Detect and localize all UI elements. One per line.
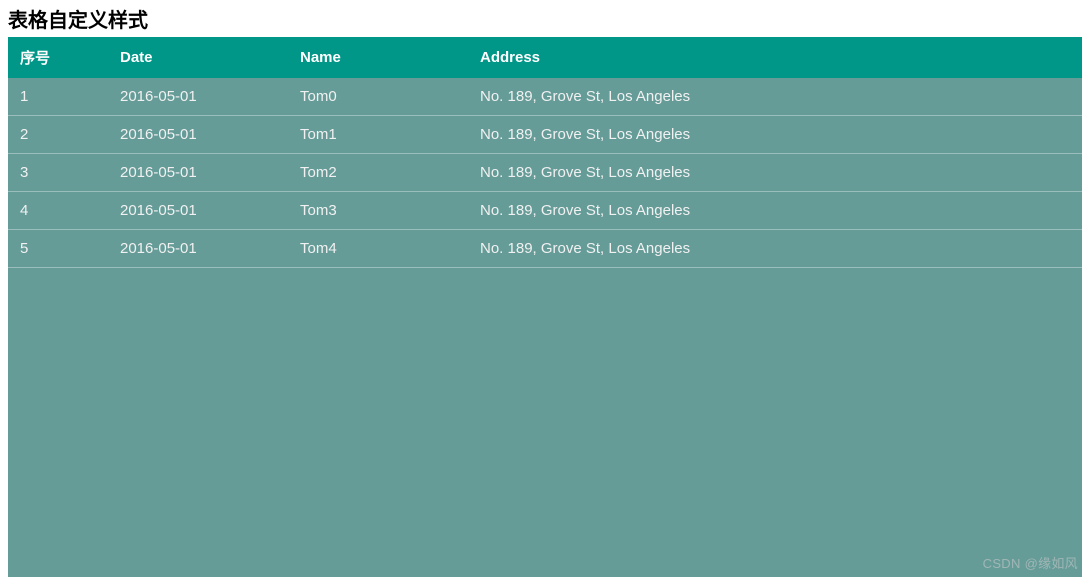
watermark: CSDN @缘如风 [983,553,1078,572]
cell-index: 3 [8,154,108,192]
cell-address: No. 189, Grove St, Los Angeles [468,116,1082,154]
cell-name: Tom1 [288,116,468,154]
cell-address: No. 189, Grove St, Los Angeles [468,230,1082,268]
cell-date: 2016-05-01 [108,230,288,268]
header-name[interactable]: Name [288,37,468,78]
cell-date: 2016-05-01 [108,192,288,230]
table-row[interactable]: 5 2016-05-01 Tom4 No. 189, Grove St, Los… [8,230,1082,268]
header-index[interactable]: 序号 [8,37,108,78]
header-date[interactable]: Date [108,37,288,78]
table-container: 序号 Date Name Address 1 2016-05-01 Tom0 N… [8,37,1082,577]
cell-name: Tom0 [288,78,468,116]
table-row[interactable]: 1 2016-05-01 Tom0 No. 189, Grove St, Los… [8,78,1082,116]
page-title: 表格自定义样式 [0,0,1090,37]
cell-address: No. 189, Grove St, Los Angeles [468,154,1082,192]
table-row[interactable]: 3 2016-05-01 Tom2 No. 189, Grove St, Los… [8,154,1082,192]
cell-index: 5 [8,230,108,268]
cell-address: No. 189, Grove St, Los Angeles [468,192,1082,230]
cell-index: 4 [8,192,108,230]
cell-name: Tom2 [288,154,468,192]
cell-date: 2016-05-01 [108,154,288,192]
table-row[interactable]: 2 2016-05-01 Tom1 No. 189, Grove St, Los… [8,116,1082,154]
cell-index: 1 [8,78,108,116]
cell-name: Tom3 [288,192,468,230]
table-header-row: 序号 Date Name Address [8,37,1082,78]
data-table: 序号 Date Name Address 1 2016-05-01 Tom0 N… [8,37,1082,268]
cell-date: 2016-05-01 [108,116,288,154]
table-row[interactable]: 4 2016-05-01 Tom3 No. 189, Grove St, Los… [8,192,1082,230]
cell-date: 2016-05-01 [108,78,288,116]
cell-address: No. 189, Grove St, Los Angeles [468,78,1082,116]
header-address[interactable]: Address [468,37,1082,78]
cell-name: Tom4 [288,230,468,268]
cell-index: 2 [8,116,108,154]
